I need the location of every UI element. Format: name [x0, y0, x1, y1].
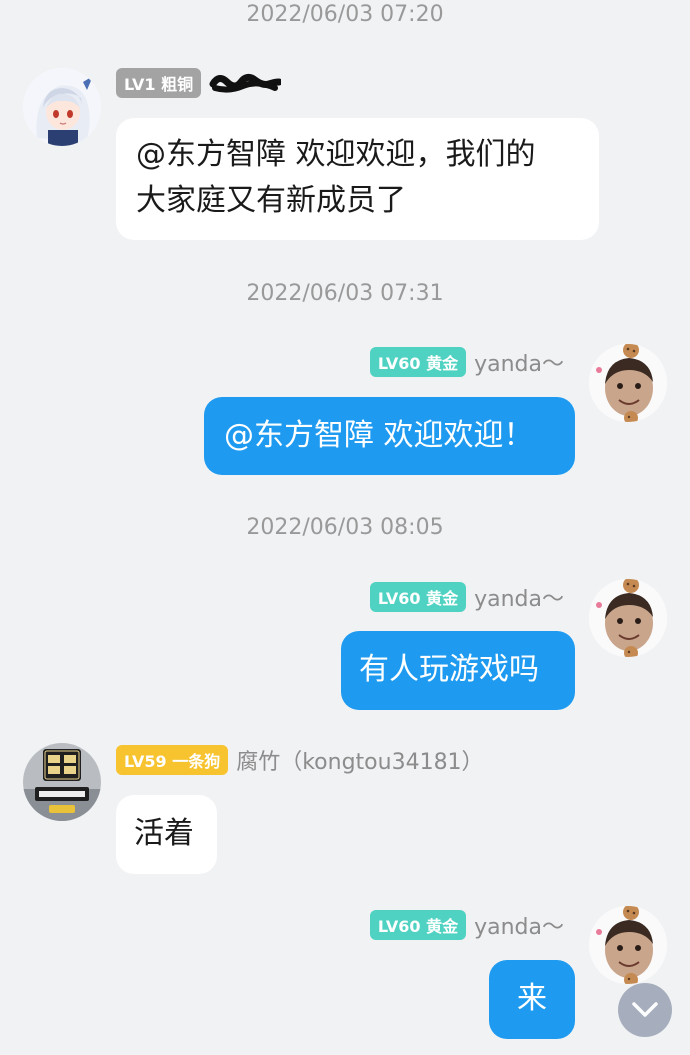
sender-meta: LV60 黄金 yanda～ [369, 581, 564, 613]
sender-name: yanda～ [474, 915, 564, 940]
level-badge: LV60 黄金 [369, 910, 467, 940]
sender-name: yanda～ [474, 352, 564, 377]
anime-girl-avatar[interactable] [23, 68, 101, 146]
message-text: 来 [517, 981, 547, 1016]
sender-meta: LV59 一条狗 腐竹（kongtou34181） [116, 744, 484, 776]
game-sign-avatar[interactable] [23, 743, 101, 821]
message-bubble[interactable]: @东方智障 欢迎欢迎！ [204, 397, 575, 475]
timestamp: 2022/06/03 07:31 [246, 281, 444, 306]
level-badge: LV60 黄金 [369, 582, 467, 612]
cookie-face-avatar[interactable] [589, 906, 667, 984]
level-badge: LV60 黄金 [369, 347, 467, 377]
sender-meta: LV60 黄金 yanda～ [369, 346, 564, 378]
sender-meta: LV1 粗铜 [116, 67, 282, 99]
message-bubble[interactable]: 来 [489, 960, 575, 1039]
sender-name: 腐竹（kongtou34181） [236, 750, 484, 775]
message-bubble[interactable]: 活着 [116, 795, 217, 874]
level-badge: LV1 粗铜 [116, 68, 202, 98]
cookie-face-avatar[interactable] [589, 579, 667, 657]
cookie-face-avatar[interactable] [589, 344, 667, 422]
sender-name: yanda～ [474, 587, 564, 612]
message-bubble[interactable]: 有人玩游戏吗 [341, 631, 575, 710]
sender-meta: LV60 黄金 yanda～ [369, 909, 564, 941]
timestamp: 2022/06/03 07:20 [246, 2, 444, 27]
message-text-line: @东方智障 欢迎欢迎，我们的 [136, 137, 536, 172]
redacted-name-scribble [209, 73, 282, 93]
chevron-down-icon [632, 1002, 658, 1017]
message-text: 活着 [134, 816, 194, 851]
level-badge: LV59 一条狗 [116, 745, 229, 775]
timestamp: 2022/06/03 08:05 [246, 515, 444, 540]
message-text-line: 大家庭又有新成员了 [136, 183, 406, 218]
message-text: @东方智障 欢迎欢迎！ [224, 418, 534, 453]
chat-window: 2022/06/03 07:20 LV1 粗铜 @东方智障 欢迎欢迎，我们的 大… [0, 0, 690, 1055]
message-text: 有人玩游戏吗 [359, 652, 539, 687]
scroll-to-bottom-button[interactable] [618, 983, 672, 1037]
message-bubble[interactable]: @东方智障 欢迎欢迎，我们的 大家庭又有新成员了 [116, 118, 599, 240]
